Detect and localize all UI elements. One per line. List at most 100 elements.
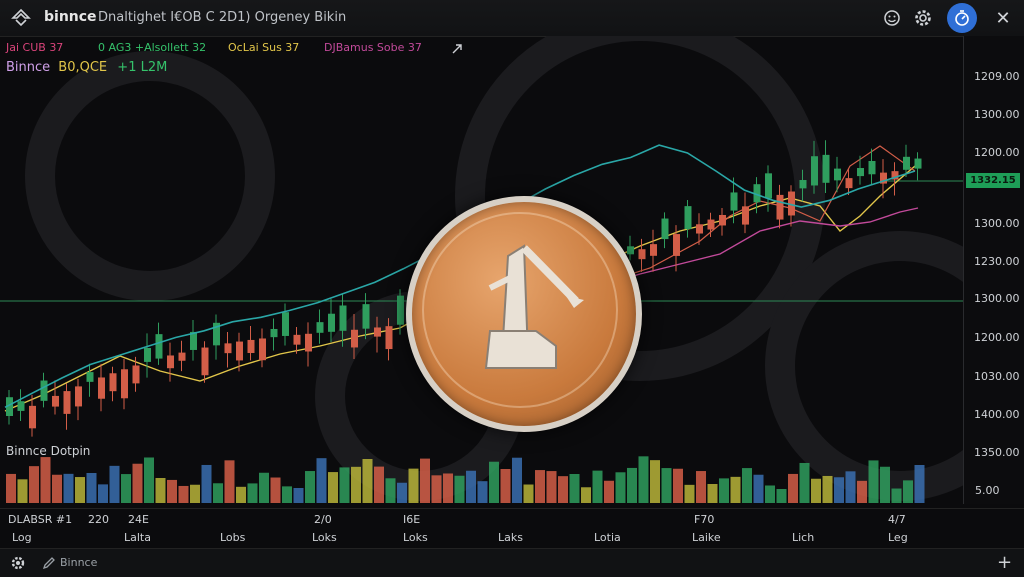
- candle: [98, 377, 105, 399]
- price-label: 1300.00: [974, 292, 1020, 305]
- time-label: 2/0: [314, 513, 332, 526]
- price-label: 1300.00: [974, 217, 1020, 230]
- volume-bar: [512, 457, 522, 503]
- volume-bar: [707, 483, 718, 503]
- volume-bar: [121, 474, 131, 503]
- volume-bar: [719, 478, 729, 503]
- close-button[interactable]: ✕: [991, 6, 1015, 30]
- candle: [730, 192, 738, 211]
- ticker-change: +1 L2M: [117, 60, 168, 75]
- candle: [305, 333, 312, 352]
- candle: [86, 372, 94, 382]
- candle: [776, 194, 784, 220]
- ticker-info: Binnce B0,QCE +1 L2M: [6, 60, 167, 75]
- candle: [109, 373, 117, 392]
- time-label: 24E: [128, 513, 149, 526]
- candle: [178, 352, 186, 361]
- time-sublabel: Laks: [498, 531, 523, 544]
- settings-gear-icon: [915, 10, 931, 26]
- volume-bar: [109, 465, 120, 503]
- volume-bar: [489, 461, 499, 503]
- volume-bar: [535, 470, 545, 503]
- candle: [270, 328, 278, 338]
- volume-bar: [546, 471, 557, 503]
- settings-button[interactable]: [911, 6, 935, 30]
- candle: [684, 206, 692, 230]
- time-axis[interactable]: DLABSR #1 220 24E 2/0 I6E F70 4/7 Log La…: [0, 508, 1024, 549]
- volume-bar: [6, 473, 16, 503]
- footer-label[interactable]: Binnce: [60, 556, 97, 569]
- price-label: 1350.00: [974, 446, 1020, 459]
- candle: [328, 313, 335, 332]
- volume-bar: [914, 464, 925, 503]
- price-label: 1400.00: [974, 408, 1020, 421]
- candle: [75, 386, 82, 407]
- time-sublabel: Lalta: [124, 531, 151, 544]
- time-sublabel: Lich: [792, 531, 815, 544]
- app-name: binnce: [44, 9, 97, 25]
- indicator-4[interactable]: DJBamus Sobe 37: [324, 41, 422, 54]
- volume-bar: [224, 460, 235, 503]
- volume-bar: [788, 473, 798, 503]
- volume-bar: [891, 488, 902, 503]
- candle: [696, 224, 703, 234]
- volume-bar: [385, 478, 396, 503]
- volume-bar: [374, 466, 384, 503]
- candle: [914, 158, 922, 169]
- volume-bar: [328, 472, 338, 503]
- price-label: 1230.00: [974, 255, 1020, 268]
- volume-bar: [305, 471, 315, 503]
- plus-icon[interactable]: +: [997, 552, 1012, 573]
- candle: [247, 339, 255, 354]
- volume-bar: [592, 470, 603, 503]
- indicator-1[interactable]: Jai CUB 37: [6, 41, 63, 54]
- volume-bar: [236, 486, 246, 503]
- volume-bar: [811, 478, 821, 503]
- volume-bar: [282, 486, 292, 503]
- price-axis[interactable]: 1209.00 1300.00 1200.00 1300.00 1230.00 …: [963, 36, 1024, 504]
- binance-logo-icon[interactable]: [10, 8, 32, 28]
- volume-bar: [201, 464, 212, 503]
- indicator-2[interactable]: 0 AG3 +Alsollett 32: [98, 41, 206, 54]
- candle: [121, 369, 128, 399]
- window-title: Dnaltighet I€OB C 2D1) Orgeney Bikin: [98, 10, 347, 25]
- candle: [224, 343, 232, 354]
- volume-bar: [581, 487, 591, 503]
- volume-bar: [868, 460, 879, 503]
- candle: [52, 395, 59, 407]
- pencil-icon[interactable]: [42, 556, 56, 570]
- volume-bar: [696, 471, 706, 503]
- volume-bar: [466, 470, 476, 503]
- bottom-toolbar: Binnce +: [0, 548, 1024, 577]
- volume-bar: [443, 473, 453, 503]
- candle: [259, 338, 266, 361]
- gear-icon[interactable]: [10, 555, 26, 571]
- time-sublabel: Laike: [692, 531, 721, 544]
- time-sublabel: Log: [12, 531, 32, 544]
- volume-bar: [63, 473, 74, 503]
- chart-area[interactable]: [0, 36, 1024, 540]
- indicator-3[interactable]: OcLai Sus 37: [228, 41, 299, 54]
- candle: [822, 154, 830, 183]
- volume-bar: [753, 474, 764, 503]
- volume-bar: [558, 476, 568, 503]
- volume-bar: [259, 472, 269, 503]
- emoji-button[interactable]: [880, 6, 904, 30]
- cursor-icon[interactable]: [450, 42, 464, 56]
- emoji-icon: [884, 10, 900, 26]
- price-label: 1200.00: [974, 146, 1020, 159]
- candle: [719, 214, 726, 226]
- candle: [374, 327, 381, 337]
- candle: [742, 206, 749, 225]
- ticker-name: Binnce: [6, 60, 51, 75]
- time-sublabel: Lobs: [220, 531, 246, 544]
- volume-bar: [742, 468, 752, 503]
- volume-bar: [29, 466, 39, 503]
- time-label: I6E: [403, 513, 421, 526]
- time-label: DLABSR #1: [8, 513, 73, 526]
- time-label: F70: [694, 513, 715, 526]
- candle: [17, 401, 25, 411]
- timer-button[interactable]: [947, 3, 977, 33]
- candle: [63, 391, 71, 414]
- volume-bar: [822, 475, 833, 503]
